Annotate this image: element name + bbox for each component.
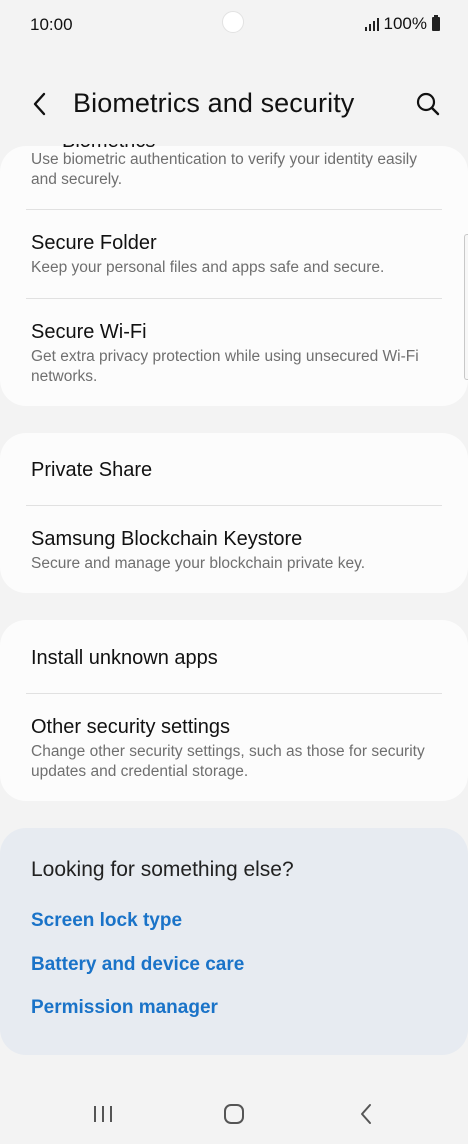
list-item-other-security-settings[interactable]: Other security settings Change other sec… <box>31 715 442 782</box>
item-subtitle: Get extra privacy protection while using… <box>31 348 419 385</box>
status-time: 10:00 <box>30 15 73 34</box>
app-bar: Biometrics and security <box>0 78 468 134</box>
status-indicators: 100% <box>364 14 440 34</box>
item-subtitle: Keep your personal files and apps safe a… <box>31 259 385 276</box>
search-icon <box>416 92 440 116</box>
divider <box>26 298 442 299</box>
item-title: Biometrics <box>62 140 156 152</box>
item-title: Install unknown apps <box>31 647 218 669</box>
item-title: Samsung Blockchain Keystore <box>31 528 303 550</box>
security-card-2: Private Share Samsung Blockchain Keystor… <box>0 433 468 593</box>
signal-icon <box>364 17 379 31</box>
navigation-bar <box>0 1084 468 1144</box>
phone-screen: 10:00 100% Biometrics and security Biome… <box>0 0 468 1144</box>
settings-list[interactable]: Biometrics Use biometric authentication … <box>0 140 468 1070</box>
item-subtitle: Change other security settings, such as … <box>31 743 425 780</box>
item-title: Other security settings <box>31 716 230 738</box>
page-title: Biometrics and security <box>73 88 355 118</box>
chevron-left-icon <box>33 92 46 116</box>
home-icon <box>224 1104 244 1124</box>
status-bar: 10:00 100% <box>0 0 468 50</box>
suggestions-card: Looking for something else? Screen lock … <box>0 828 468 1055</box>
divider <box>26 505 442 506</box>
item-subtitle: Secure and manage your blockchain privat… <box>31 555 366 572</box>
list-item-secure-folder[interactable]: Secure Folder Keep your personal files a… <box>31 231 442 278</box>
security-card-1: Biometrics Use biometric authentication … <box>0 144 468 406</box>
link-battery-device-care[interactable]: Battery and device care <box>31 954 244 976</box>
item-title: Secure Folder <box>31 232 157 254</box>
link-permission-manager[interactable]: Permission manager <box>31 997 218 1019</box>
battery-icon <box>432 15 440 31</box>
back-icon <box>361 1104 371 1124</box>
security-card-3: Install unknown apps Other security sett… <box>0 620 468 801</box>
list-item-secure-wifi[interactable]: Secure Wi-Fi Get extra privacy protectio… <box>31 320 442 387</box>
back-button[interactable] <box>22 86 58 122</box>
search-button[interactable] <box>410 86 446 122</box>
list-item-install-unknown-apps[interactable]: Install unknown apps <box>31 646 442 670</box>
home-button[interactable] <box>214 1100 254 1128</box>
battery-percent: 100% <box>383 14 427 33</box>
item-title: Private Share <box>31 459 153 481</box>
link-screen-lock-type[interactable]: Screen lock type <box>31 910 182 932</box>
nav-back-button[interactable] <box>346 1100 386 1128</box>
recent-apps-button[interactable] <box>83 1100 123 1128</box>
item-subtitle: Use biometric authentication to verify y… <box>31 151 417 188</box>
camera-cutout <box>222 11 244 33</box>
recent-apps-icon <box>94 1106 112 1122</box>
divider <box>26 693 442 694</box>
list-item-biometrics[interactable]: Biometrics Use biometric authentication … <box>31 144 442 190</box>
scrollbar-thumb[interactable] <box>464 234 468 380</box>
list-item-private-share[interactable]: Private Share <box>31 458 442 482</box>
list-item-blockchain-keystore[interactable]: Samsung Blockchain Keystore Secure and m… <box>31 527 442 574</box>
item-title: Secure Wi-Fi <box>31 321 147 343</box>
divider <box>26 209 442 210</box>
suggestions-title: Looking for something else? <box>31 858 294 881</box>
